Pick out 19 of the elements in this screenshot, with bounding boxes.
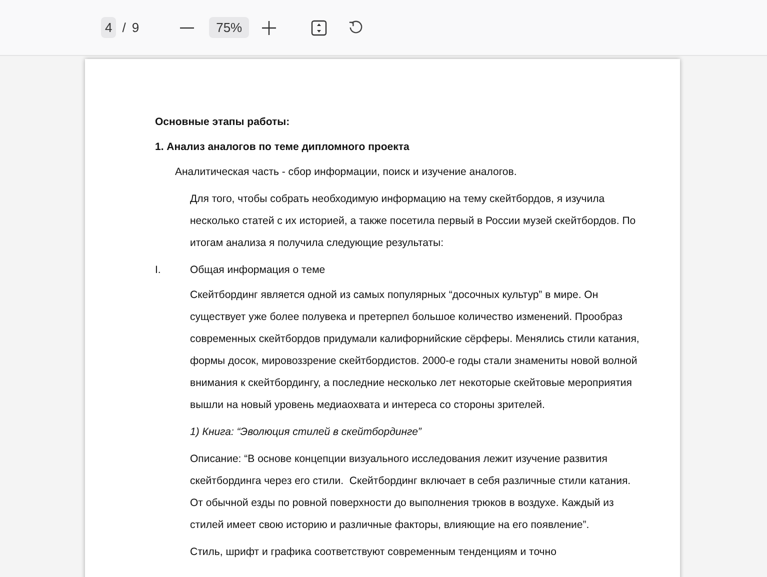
book-title: 1) Книга: “Эволюция стилей в скейтбординге” xyxy=(189,425,423,440)
list-marker: I. xyxy=(155,263,162,278)
paragraph: Аналитическая часть - сбор информации, поиск и изучение аналогов. xyxy=(174,165,518,180)
heading: 1. Анализ аналогов по теме дипломного проекта xyxy=(155,140,410,155)
rotate-icon xyxy=(348,20,363,35)
zoom-level-field[interactable]: 75% xyxy=(209,16,250,38)
paragraph: Для того, чтобы собрать необходимую информацию на тему скейтбордов, я изучила несколько статей с их историей, а также посетила первый в России музей скейтбордов. По итогам анализа я получила следующие результаты: xyxy=(189,192,637,251)
fit-page-button[interactable] xyxy=(309,18,330,38)
page-total: 9 xyxy=(132,18,140,37)
list-item: Общая информация о теме xyxy=(190,263,326,278)
plus-icon xyxy=(262,20,276,34)
minus-icon xyxy=(180,26,194,28)
heading: Основные этапы работы: xyxy=(155,115,291,130)
page-separator: / xyxy=(122,18,126,37)
paragraph: Скейтбординг является одной из самых популярных “досочных культур” в мире. Он существует уже более полувека и претерпел большое количество изменений. Прообраз современных скейтбордов придумали калифорнийские сёрферы. Менялись стили катания, формы досок, мировоззрение скейтбордистов. 2000-е годы стали знамениты новой волной внимания к скейтбордингу, а последние несколько лет некоторые скейтовые мероприятия вышли на новый уровень медиаохвата и интереса со стороны зрителей. xyxy=(189,288,640,413)
page-number-field[interactable]: 4 xyxy=(101,16,116,38)
fit-page-icon xyxy=(311,20,328,36)
paragraph: Стиль, шрифт и графика соответствуют современным тенденциям и точно xyxy=(189,545,558,560)
paragraph: Описание: “В основе концепции визуального исследования лежит изучение развития скейтбординга через его стили. Скейтбординг включает в себя различные стили катания. От обычной езды по ровной поверхности до выполнения трюков в воздухе. Каждый из стилей имеет свою историю и различные факторы, влияющие на его появление”. xyxy=(189,452,632,533)
